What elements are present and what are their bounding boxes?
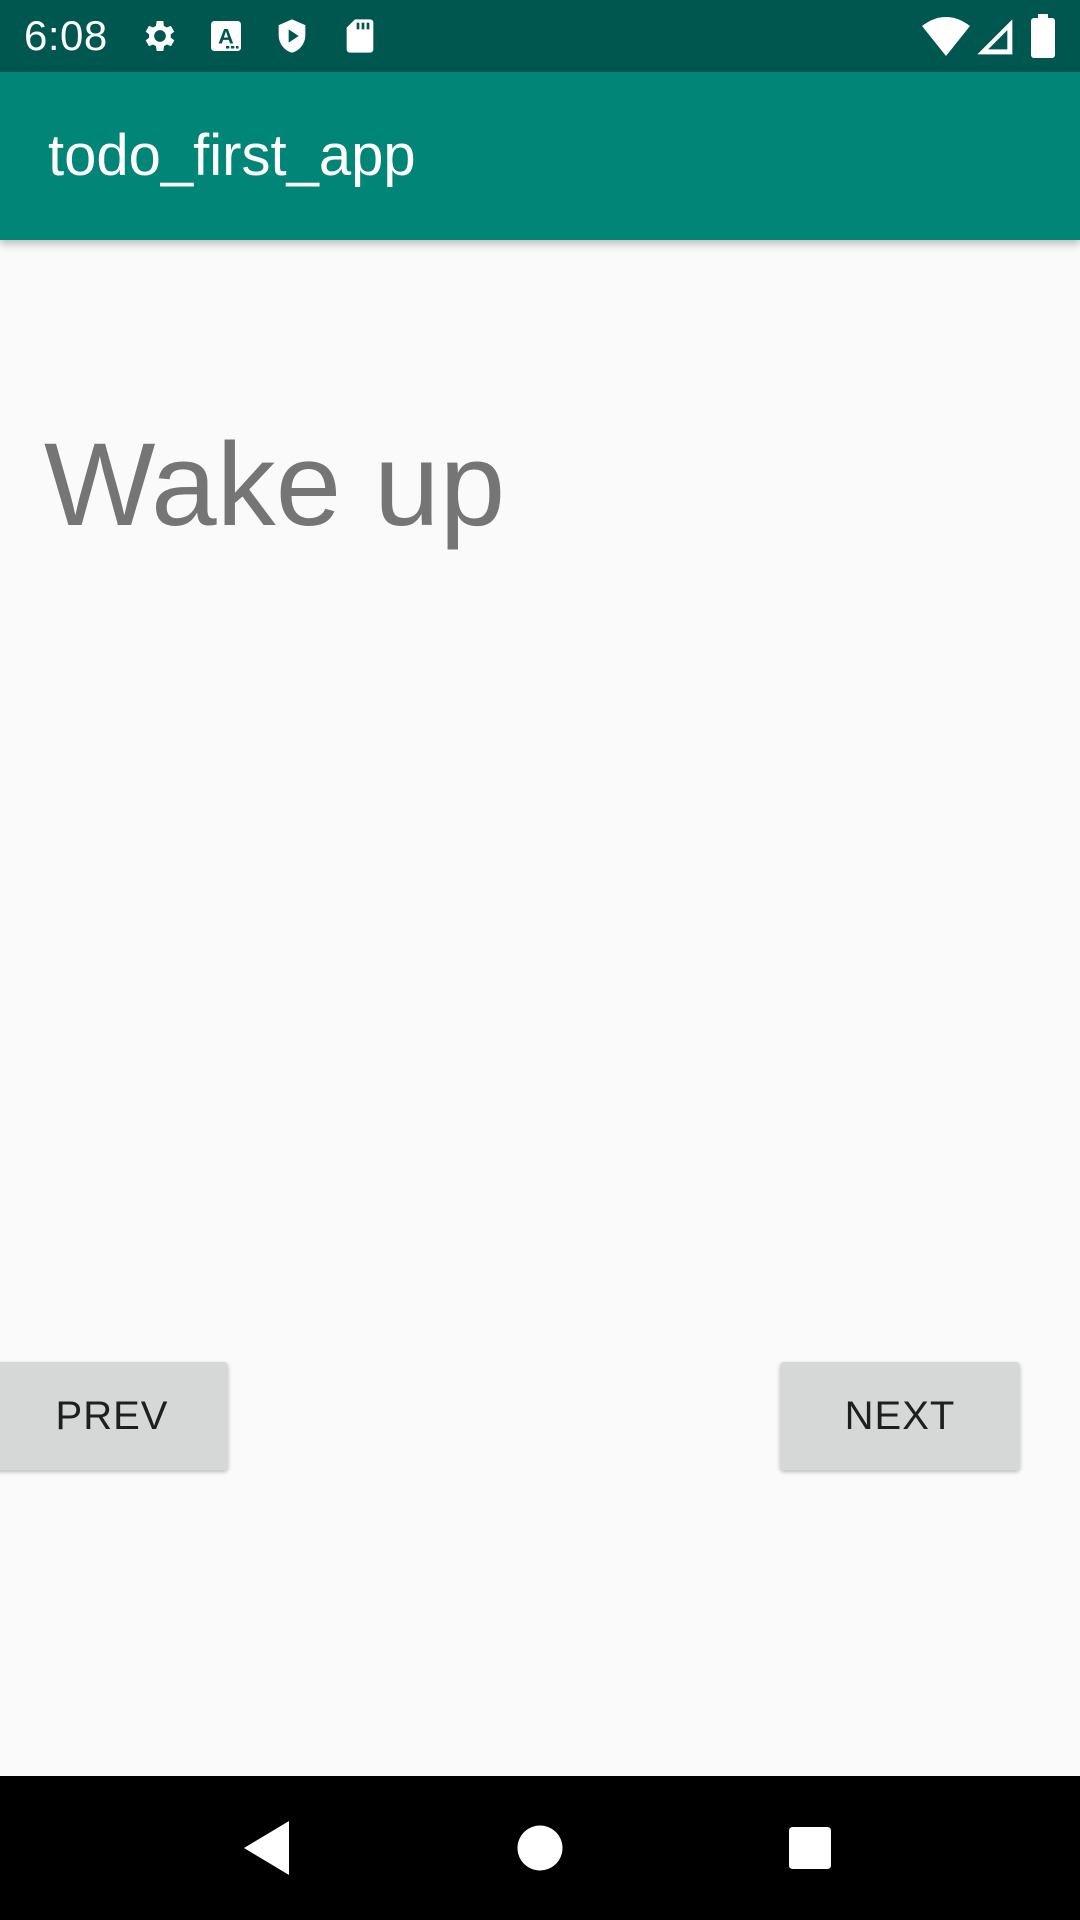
prev-button[interactable]: PREV (0, 1362, 228, 1470)
recents-icon[interactable] (774, 1812, 846, 1884)
next-button[interactable]: NEXT (780, 1362, 1020, 1470)
main-content: Wake up (0, 240, 1080, 1776)
navigation-bar (0, 1776, 1080, 1920)
signal-icon (974, 16, 1014, 56)
task-text: Wake up (44, 419, 506, 551)
status-time: 6:08 (24, 12, 108, 59)
app-bar: todo_first_app (0, 72, 1080, 240)
sd-card-icon (340, 16, 380, 56)
app-title: todo_first_app (48, 123, 416, 188)
battery-icon (1030, 14, 1056, 58)
wifi-icon (922, 14, 970, 58)
status-bar: 6:08 A (0, 0, 1080, 72)
gear-icon (140, 16, 180, 56)
svg-text:A: A (218, 24, 234, 49)
a-font-icon: A (206, 16, 246, 56)
home-icon[interactable] (504, 1812, 576, 1884)
shield-play-icon (272, 16, 312, 56)
back-icon[interactable] (232, 1812, 304, 1884)
